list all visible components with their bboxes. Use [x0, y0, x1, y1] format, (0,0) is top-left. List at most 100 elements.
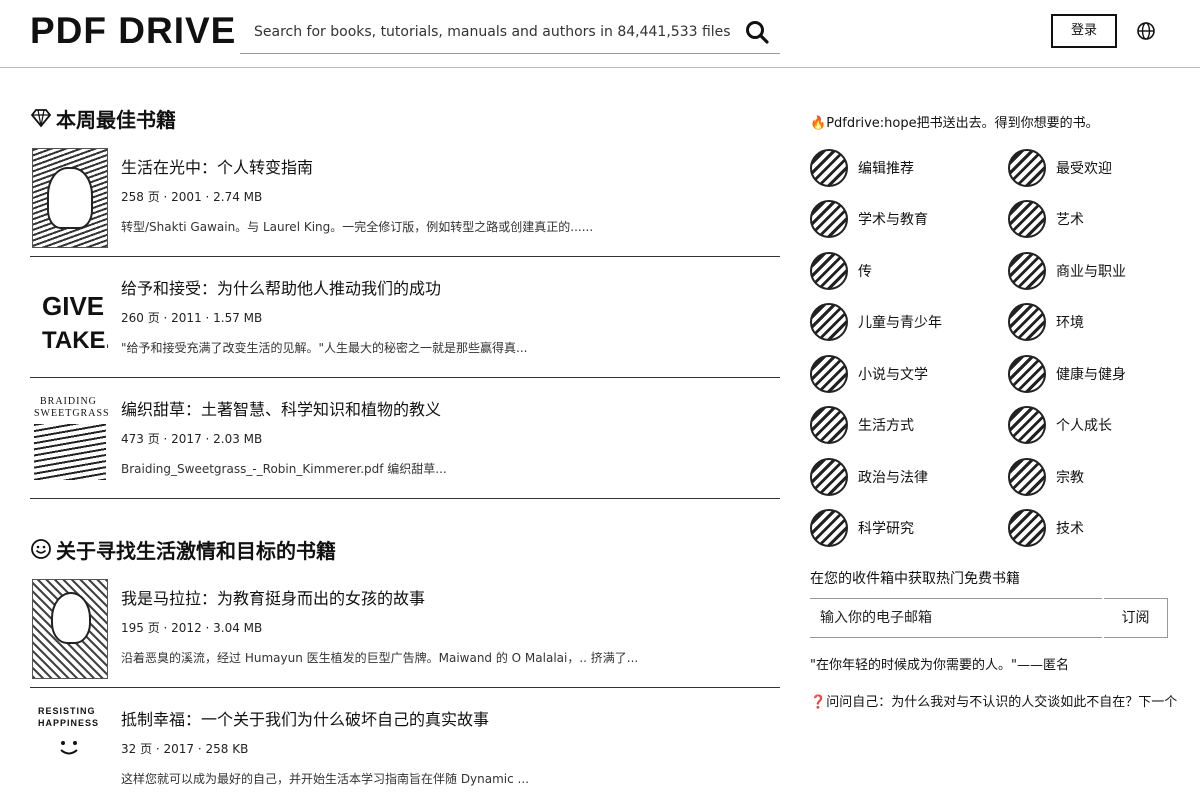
book-description: "给予和接受充满了改变生活的见解。"人生最大的秘密之一就是那些赢得真...	[121, 341, 528, 355]
sidebar: 🔥Pdfdrive:hope把书送出去。得到你想要的书。 编辑推荐 最受欢迎 学…	[810, 112, 1190, 714]
category-thumbnail-icon	[810, 355, 848, 393]
category-thumbnail-icon	[810, 200, 848, 238]
category-label: 编辑推荐	[858, 161, 914, 177]
category-label: 商业与职业	[1056, 264, 1126, 280]
category-label: 最受欢迎	[1056, 161, 1112, 177]
book-cover[interactable]	[32, 148, 108, 248]
category-item[interactable]: 科学研究	[810, 508, 1000, 548]
book-title[interactable]: 生活在光中：个人转变指南	[121, 154, 313, 178]
cover-text: HAPPINESS	[38, 718, 100, 728]
book-cover[interactable]: RESISTING HAPPINESS	[32, 700, 108, 800]
book-title[interactable]: 编织甜草：土著智慧、科学知识和植物的教义	[121, 396, 441, 420]
category-label: 生活方式	[858, 418, 914, 434]
category-item[interactable]: 环境	[1008, 302, 1198, 342]
diamond-icon	[30, 109, 52, 128]
category-thumbnail-icon	[810, 509, 848, 547]
book-cover[interactable]: BRAIDING SWEETGRASS	[32, 390, 108, 490]
section-title-text: 关于寻找生活激情和目标的书籍	[56, 538, 336, 563]
promo-label: Pdfdrive:hope把书送出去。得到你想要的书。	[826, 116, 1099, 131]
category-thumbnail-icon	[1008, 149, 1046, 187]
category-thumbnail-icon	[810, 406, 848, 444]
category-label: 传	[858, 264, 872, 280]
category-thumbnail-icon	[1008, 252, 1046, 290]
category-item[interactable]: 儿童与青少年	[810, 302, 1000, 342]
site-logo[interactable]: PDF DRIVE	[30, 10, 236, 52]
category-item[interactable]: 传	[810, 251, 1000, 291]
book-title[interactable]: 我是马拉拉：为教育挺身而出的女孩的故事	[121, 585, 425, 609]
category-thumbnail-icon	[1008, 509, 1046, 547]
category-item[interactable]: 政治与法律	[810, 457, 1000, 497]
category-item[interactable]: 商业与职业	[1008, 251, 1198, 291]
book-title[interactable]: 抵制幸福：一个关于我们为什么破坏自己的真实故事	[121, 706, 489, 730]
category-label: 政治与法律	[858, 470, 928, 486]
category-label: 个人成长	[1056, 418, 1112, 434]
subscribe-button[interactable]: 订阅	[1104, 598, 1168, 638]
category-label: 儿童与青少年	[858, 315, 942, 331]
top-header: PDF DRIVE 登录	[0, 0, 1200, 68]
category-label: 宗教	[1056, 470, 1084, 486]
smiley-icon	[31, 539, 51, 559]
cover-text: BRAIDING	[40, 396, 97, 407]
ask-yourself[interactable]: ❓问问自己：为什么我对与不认识的人交谈如此不自在？下一个	[810, 692, 1200, 714]
book-description: 转型/Shakti Gawain。与 Laurel King。一完全修订版，例如…	[121, 220, 594, 234]
category-thumbnail-icon	[1008, 355, 1046, 393]
category-item[interactable]: 技术	[1008, 508, 1198, 548]
book-item[interactable]: GIVE TAKE. 给予和接受：为什么帮助他人推动我们的成功 260 页 · …	[30, 257, 780, 378]
search-icon[interactable]	[744, 19, 770, 45]
promo-text: 🔥Pdfdrive:hope把书送出去。得到你想要的书。	[810, 112, 1190, 134]
category-item[interactable]: 艺术	[1008, 199, 1198, 239]
category-item[interactable]: 学术与教育	[810, 199, 1000, 239]
book-meta: 260 页 · 2011 · 1.57 MB	[121, 311, 263, 325]
category-item[interactable]: 最受欢迎	[1008, 148, 1198, 188]
book-cover[interactable]: GIVE TAKE.	[32, 269, 108, 369]
category-item[interactable]: 小说与文学	[810, 354, 1000, 394]
question-icon: ❓	[810, 695, 827, 710]
category-label: 科学研究	[858, 521, 914, 537]
category-thumbnail-icon	[810, 149, 848, 187]
search-bar	[240, 12, 780, 54]
quote-text: "在你年轻的时候成为你需要的人。"——匿名	[810, 658, 1069, 673]
book-item[interactable]: 生活在光中：个人转变指南 258 页 · 2001 · 2.74 MB 转型/S…	[30, 136, 780, 257]
category-item[interactable]: 健康与健身	[1008, 354, 1198, 394]
category-thumbnail-icon	[810, 303, 848, 341]
book-description: Braiding_Sweetgrass_-_Robin_Kimmerer.pdf…	[121, 462, 447, 476]
newsletter-heading: 在您的收件箱中获取热门免费书籍	[810, 571, 1020, 587]
category-thumbnail-icon	[810, 252, 848, 290]
category-item[interactable]: 宗教	[1008, 457, 1198, 497]
book-meta: 258 页 · 2001 · 2.74 MB	[121, 190, 263, 204]
book-description: 沿着恶臭的溪流，经过 Humayun 医生植发的巨型广告牌。Maiwand 的 …	[121, 651, 639, 665]
book-item[interactable]: BRAIDING SWEETGRASS 编织甜草：土著智慧、科学知识和植物的教义…	[30, 378, 780, 499]
section-title-weekly: 本周最佳书籍	[30, 100, 780, 136]
cover-text: RESISTING	[38, 706, 96, 716]
category-item[interactable]: 个人成长	[1008, 405, 1198, 445]
book-meta: 473 页 · 2017 · 2.03 MB	[121, 432, 263, 446]
book-item[interactable]: 我是马拉拉：为教育挺身而出的女孩的故事 195 页 · 2012 · 3.04 …	[30, 567, 780, 688]
category-label: 学术与教育	[858, 212, 928, 228]
category-label: 小说与文学	[858, 367, 928, 383]
cover-text: TAKE.	[42, 327, 108, 354]
book-meta: 195 页 · 2012 · 3.04 MB	[121, 621, 263, 635]
category-grid: 编辑推荐 最受欢迎 学术与教育 艺术 传 商业与职业 儿童与青少年 环境 小说与…	[810, 148, 1190, 560]
book-description: 这样您就可以成为最好的自己，并开始生活本学习指南旨在伴随 Dynamic ...	[121, 772, 529, 786]
section-title-text: 本周最佳书籍	[56, 107, 176, 132]
newsletter-form: 订阅	[810, 596, 1170, 640]
ask-text: 问问自己：为什么我对与不认识的人交谈如此不自在？下一个	[826, 695, 1178, 710]
category-label: 健康与健身	[1056, 367, 1126, 383]
category-thumbnail-icon	[1008, 458, 1046, 496]
book-title[interactable]: 给予和接受：为什么帮助他人推动我们的成功	[121, 275, 441, 299]
email-field[interactable]	[810, 598, 1102, 638]
smiley-icon	[60, 741, 78, 755]
globe-icon[interactable]	[1136, 21, 1156, 41]
category-item[interactable]: 生活方式	[810, 405, 1000, 445]
cover-text: SWEETGRASS	[34, 408, 108, 419]
login-button[interactable]: 登录	[1051, 14, 1117, 48]
category-label: 艺术	[1056, 212, 1084, 228]
category-thumbnail-icon	[1008, 406, 1046, 444]
category-item[interactable]: 编辑推荐	[810, 148, 1000, 188]
book-meta: 32 页 · 2017 · 258 KB	[121, 742, 249, 756]
search-input[interactable]	[240, 12, 730, 52]
cover-text: GIVE	[42, 291, 105, 321]
category-thumbnail-icon	[1008, 303, 1046, 341]
main-content: 本周最佳书籍 生活在光中：个人转变指南 258 页 · 2001 · 2.74 …	[30, 100, 780, 809]
book-cover[interactable]	[32, 579, 108, 679]
